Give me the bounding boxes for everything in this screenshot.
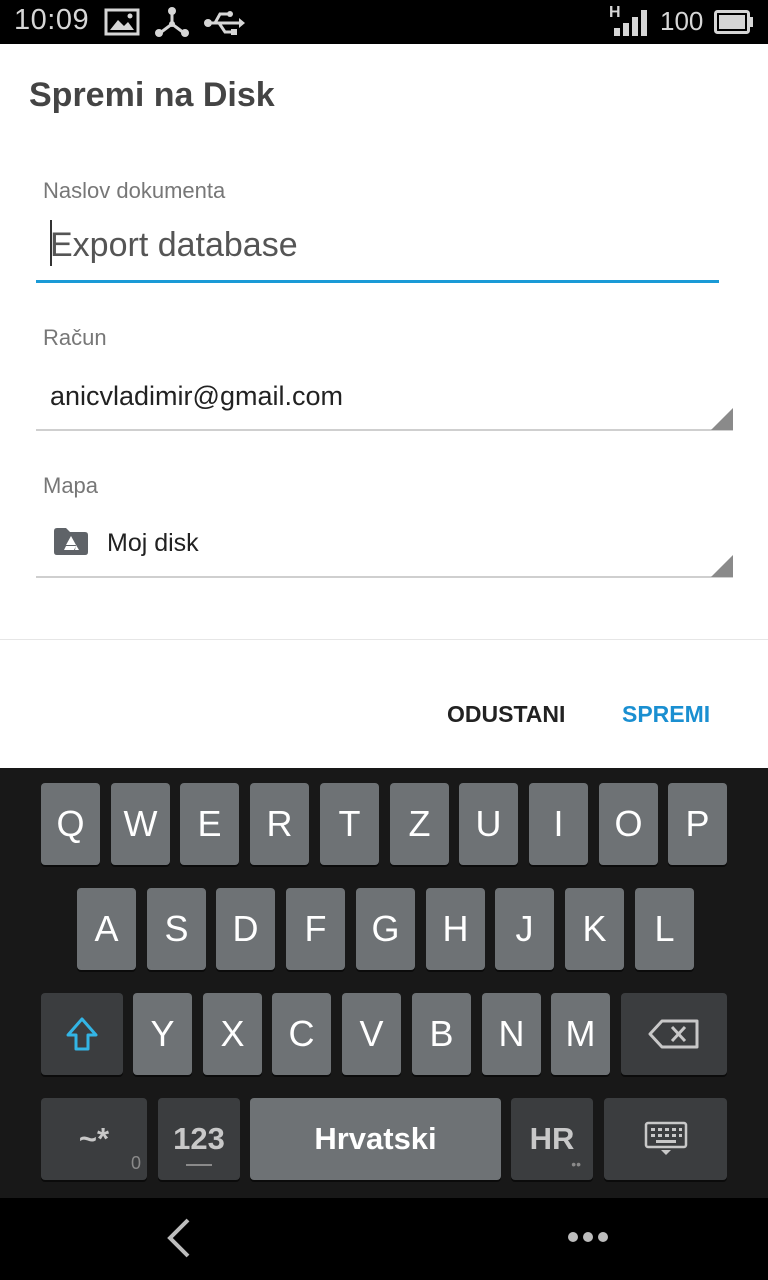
key-f[interactable]: F <box>286 888 345 970</box>
key-v[interactable]: V <box>342 993 401 1075</box>
key-g[interactable]: G <box>356 888 415 970</box>
key-q[interactable]: Q <box>41 783 100 865</box>
numbers-key[interactable]: 123 <box>158 1098 240 1180</box>
key-label: U <box>475 803 502 844</box>
key-label: M <box>565 1013 596 1054</box>
back-icon[interactable] <box>164 1216 194 1260</box>
key-label: R <box>266 803 293 844</box>
key-label: N <box>498 1013 525 1054</box>
key-b[interactable]: B <box>412 993 471 1075</box>
numbers-key-underline <box>186 1164 212 1166</box>
key-i[interactable]: I <box>529 783 588 865</box>
key-x[interactable]: X <box>203 993 262 1075</box>
key-label: F <box>304 908 327 949</box>
battery-icon <box>714 10 753 34</box>
key-label: Q <box>56 803 85 844</box>
key-label: E <box>197 803 222 844</box>
usb-icon <box>204 11 245 35</box>
folder-select-underline <box>36 576 733 578</box>
image-icon <box>104 8 140 36</box>
dropdown-corner-icon <box>711 408 733 430</box>
key-label: H <box>442 908 469 949</box>
key-label: O <box>614 803 643 844</box>
status-bar: 10:09 H 100 <box>0 0 768 44</box>
dialog-divider <box>0 639 768 640</box>
key-label: I <box>553 803 564 844</box>
key-y[interactable]: Y <box>133 993 192 1075</box>
key-label: T <box>338 803 361 844</box>
symbols-key[interactable]: ~* 0 <box>41 1098 147 1180</box>
space-key[interactable]: Hrvatski <box>250 1098 501 1180</box>
status-time: 10:09 <box>14 4 90 36</box>
dropdown-corner-icon <box>711 555 733 577</box>
shift-icon <box>66 1017 98 1051</box>
dialog-title: Spremi na Disk <box>29 76 275 114</box>
key-w[interactable]: W <box>111 783 170 865</box>
key-label: Z <box>408 803 431 844</box>
keyboard: QWE R T Z U I O P A S D F G H J K L Y X C V B NM ~* 0 123 Hr… <box>0 768 768 1198</box>
folder-value: Moj disk <box>107 529 199 557</box>
key-u[interactable]: U <box>459 783 518 865</box>
account-select-underline <box>36 429 733 431</box>
navigation-bar <box>0 1198 768 1280</box>
key-c[interactable]: C <box>272 993 331 1075</box>
keyboard-hide-icon <box>644 1121 687 1155</box>
key-a[interactable]: A <box>77 888 136 970</box>
key-j[interactable]: J <box>495 888 554 970</box>
key-z[interactable]: Z <box>390 783 449 865</box>
battery-percent: 100 <box>660 6 704 36</box>
hide-keyboard-key[interactable] <box>604 1098 727 1180</box>
numbers-key-label: 123 <box>173 1121 225 1156</box>
key-r[interactable]: R <box>250 783 309 865</box>
more-icon[interactable] <box>566 1230 610 1244</box>
key-label: V <box>359 1013 384 1054</box>
key-label: K <box>582 908 607 949</box>
language-key-dots: •• <box>571 1156 581 1172</box>
signal-icon <box>614 10 647 36</box>
symbols-key-hint: 0 <box>130 1153 141 1173</box>
key-e[interactable]: E <box>180 783 239 865</box>
symbols-key-label: ~* <box>78 1121 110 1156</box>
key-h[interactable]: H <box>426 888 485 970</box>
key-n[interactable]: N <box>482 993 541 1075</box>
share-network-icon <box>155 7 189 37</box>
backspace-key[interactable] <box>621 993 727 1075</box>
account-value: anicvladimir@gmail.com <box>50 381 343 411</box>
key-k[interactable]: K <box>565 888 624 970</box>
key-o[interactable]: O <box>599 783 658 865</box>
shift-key[interactable] <box>41 993 123 1075</box>
key-label: J <box>515 908 534 949</box>
key-t[interactable]: T <box>320 783 379 865</box>
key-label: B <box>429 1013 454 1054</box>
drive-folder-icon <box>54 528 88 555</box>
account-label: Račun <box>43 325 107 350</box>
key-label: X <box>220 1013 245 1054</box>
key-label: P <box>685 803 710 844</box>
key-label: C <box>288 1013 315 1054</box>
key-label: L <box>654 908 675 949</box>
key-d[interactable]: D <box>216 888 275 970</box>
key-p[interactable]: P <box>668 783 727 865</box>
key-label: Y <box>150 1013 175 1054</box>
language-key[interactable]: HR •• <box>511 1098 593 1180</box>
key-label: W <box>123 803 158 844</box>
text-cursor <box>50 220 52 266</box>
folder-label: Mapa <box>43 473 99 498</box>
space-key-label: Hrvatski <box>314 1121 437 1156</box>
language-key-label: HR <box>529 1121 575 1156</box>
key-label: G <box>371 908 400 949</box>
cancel-button[interactable]: ODUSTANI <box>447 701 565 728</box>
key-label: S <box>164 908 189 949</box>
document-title-label: Naslov dokumenta <box>43 178 226 203</box>
save-button[interactable]: SPREMI <box>622 701 710 728</box>
backspace-icon <box>648 1019 699 1049</box>
document-title-value: Export database <box>50 226 298 264</box>
key-label: D <box>232 908 259 949</box>
key-m[interactable]: M <box>551 993 610 1075</box>
key-s[interactable]: S <box>147 888 206 970</box>
key-l[interactable]: L <box>635 888 694 970</box>
key-label: A <box>94 908 119 949</box>
